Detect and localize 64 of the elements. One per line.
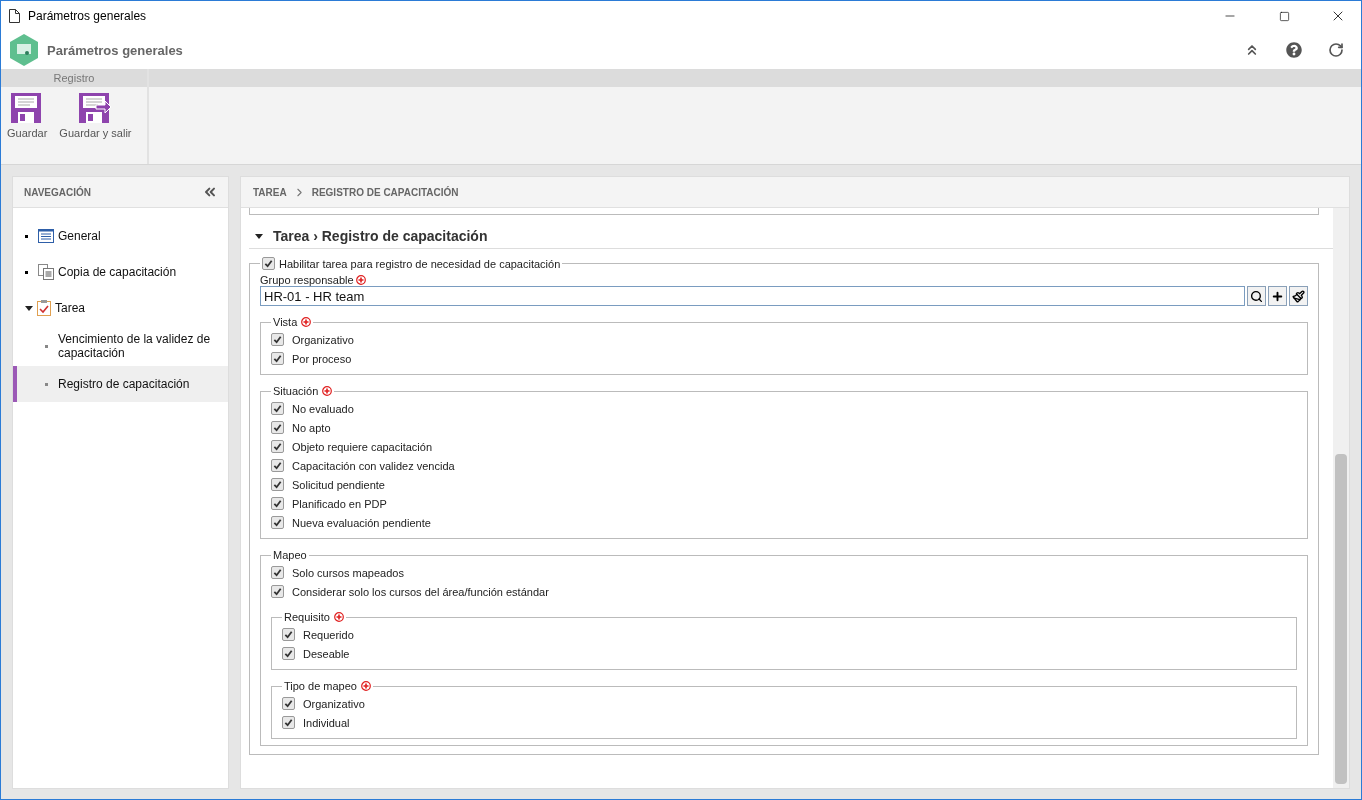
checkbox[interactable] bbox=[271, 497, 284, 510]
checkbox-label: Nueva evaluación pendiente bbox=[292, 516, 431, 529]
checkbox-label: Individual bbox=[303, 716, 350, 729]
caret-icon[interactable] bbox=[255, 233, 263, 239]
list-icon bbox=[38, 229, 54, 243]
checkbox[interactable] bbox=[271, 402, 284, 415]
nav-item[interactable]: Copia de capacitación bbox=[13, 254, 228, 290]
fieldset-legend: Situación bbox=[273, 385, 319, 397]
checkbox-label: No evaluado bbox=[292, 402, 354, 415]
checkbox-label: Habilitar tarea para registro de necesidad de capacitación bbox=[279, 257, 561, 270]
checkbox[interactable] bbox=[282, 716, 295, 729]
checkbox-label: Planificado en PDP bbox=[292, 497, 387, 510]
nav-item[interactable]: General bbox=[13, 218, 228, 254]
field-label: Grupo responsable bbox=[260, 274, 354, 286]
checkbox-label: Objeto requiere capacitación bbox=[292, 440, 433, 453]
maximize-icon[interactable] bbox=[1278, 10, 1290, 22]
ribbon-group-label: Registro bbox=[1, 69, 147, 87]
checkbox-label: Solicitud pendiente bbox=[292, 478, 385, 491]
checkbox[interactable] bbox=[271, 459, 284, 472]
checkbox-label: Deseable bbox=[303, 647, 350, 660]
save-exit-icon bbox=[78, 93, 113, 123]
nav-item[interactable]: Tarea bbox=[13, 290, 228, 326]
help-icon[interactable] bbox=[1286, 42, 1302, 58]
checkbox-label: Organizativo bbox=[292, 333, 354, 346]
checkbox-label: Solo cursos mapeados bbox=[292, 566, 404, 579]
checkbox-label: Capacitación con validez vencida bbox=[292, 459, 455, 472]
section-title: Tarea › Registro de capacitación bbox=[273, 228, 488, 244]
checkbox[interactable] bbox=[271, 421, 284, 434]
breadcrumb-item[interactable]: TAREA bbox=[253, 186, 287, 198]
checkbox[interactable] bbox=[271, 333, 284, 346]
app-logo-icon bbox=[9, 34, 39, 66]
save-exit-button[interactable]: Guardar y salir bbox=[55, 91, 136, 141]
checkbox[interactable] bbox=[282, 628, 295, 641]
fieldset-legend: Requisito bbox=[284, 611, 330, 623]
checkbox[interactable] bbox=[271, 440, 284, 453]
scrollbar[interactable] bbox=[1333, 208, 1349, 788]
panel-title: NAVEGACIÓN bbox=[24, 186, 92, 198]
document-icon bbox=[9, 9, 20, 23]
window-title: Parámetros generales bbox=[28, 9, 148, 23]
checkbox[interactable] bbox=[271, 352, 284, 365]
fieldset-legend: Tipo de mapeo bbox=[284, 680, 357, 692]
input-field[interactable]: HR-01 - HR team bbox=[260, 286, 1245, 306]
fieldset-legend: Mapeo bbox=[273, 549, 307, 561]
checkbox-label: Considerar solo los cursos del área/función estándar bbox=[292, 585, 549, 598]
checkbox-label: No apto bbox=[292, 421, 331, 434]
fieldset-legend: Vista bbox=[273, 316, 298, 328]
checkbox-label: Por proceso bbox=[292, 352, 352, 365]
nav-item[interactable]: Registro de capacitación bbox=[13, 366, 228, 402]
checkbox[interactable] bbox=[271, 585, 284, 598]
checkbox[interactable] bbox=[271, 516, 284, 529]
save-button[interactable]: Guardar bbox=[3, 91, 52, 141]
clipboard-check-icon bbox=[37, 300, 51, 316]
checkbox-label: Requerido bbox=[303, 628, 354, 641]
checkbox[interactable] bbox=[262, 257, 275, 270]
app-title: Parámetros generales bbox=[47, 42, 184, 58]
checkbox-label: Organizativo bbox=[303, 697, 365, 710]
nav-item[interactable]: Vencimiento de la validez de capacitación bbox=[13, 326, 228, 366]
refresh-icon[interactable] bbox=[1328, 42, 1344, 58]
checkbox[interactable] bbox=[282, 697, 295, 710]
checkbox[interactable] bbox=[271, 566, 284, 579]
breadcrumb-item[interactable]: REGISTRO DE CAPACITACIÓN bbox=[311, 186, 459, 198]
documents-icon bbox=[38, 264, 54, 280]
checkbox[interactable] bbox=[271, 478, 284, 491]
checkbox[interactable] bbox=[282, 647, 295, 660]
